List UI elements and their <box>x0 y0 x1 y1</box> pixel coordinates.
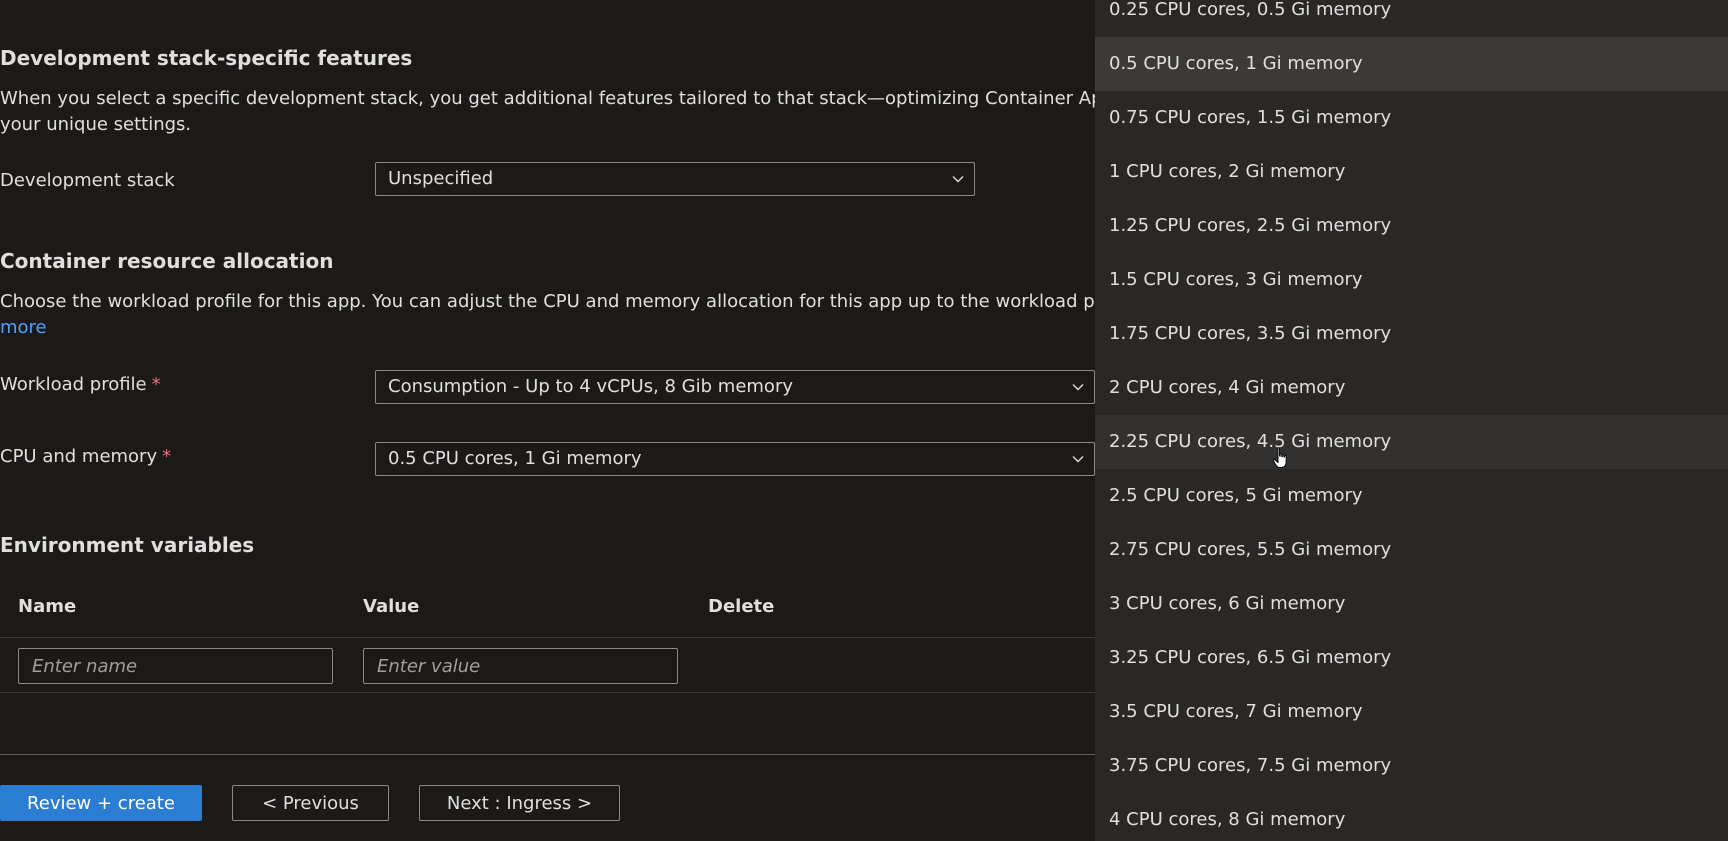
workload-profile-label-text: Workload profile <box>0 374 147 395</box>
cpu-option[interactable]: 2 CPU cores, 4 Gi memory <box>1095 361 1728 415</box>
resource-desc-line1: Choose the workload profile for this app… <box>0 291 1095 312</box>
next-ingress-button[interactable]: Next : Ingress > <box>419 785 620 821</box>
cpu-option[interactable]: 2.75 CPU cores, 5.5 Gi memory <box>1095 523 1728 577</box>
cpu-option[interactable]: 2.5 CPU cores, 5 Gi memory <box>1095 469 1728 523</box>
chevron-down-icon <box>1072 384 1084 391</box>
footer-divider <box>0 754 1095 755</box>
cpu-option[interactable]: 1.75 CPU cores, 3.5 Gi memory <box>1095 307 1728 361</box>
resource-description: Choose the workload profile for this app… <box>0 289 1095 341</box>
cpu-option[interactable]: 1.5 CPU cores, 3 Gi memory <box>1095 253 1728 307</box>
cpu-memory-label: CPU and memory * <box>0 446 171 467</box>
cpu-option[interactable]: 1.25 CPU cores, 2.5 Gi memory <box>1095 199 1728 253</box>
table-header-divider <box>0 637 1095 638</box>
env-section-title: Environment variables <box>0 533 255 557</box>
dev-stack-desc-line2: your unique settings. <box>0 114 192 135</box>
cpu-memory-options-list[interactable]: 0.25 CPU cores, 0.5 Gi memory 0.5 CPU cor… <box>1095 0 1728 841</box>
create-container-app-form: Development stack-specific features When… <box>0 0 1095 841</box>
previous-button[interactable]: < Previous <box>232 785 389 821</box>
dev-stack-dropdown[interactable]: Unspecified <box>375 162 975 196</box>
cpu-option[interactable]: 3.25 CPU cores, 6.5 Gi memory <box>1095 631 1728 685</box>
cpu-option[interactable]: 3.75 CPU cores, 7.5 Gi memory <box>1095 739 1728 793</box>
env-name-input[interactable] <box>18 648 333 684</box>
chevron-down-icon <box>952 176 964 183</box>
required-marker: * <box>151 374 161 395</box>
review-create-button[interactable]: Review + create <box>0 785 202 821</box>
env-value-input[interactable] <box>363 648 678 684</box>
col-header-name: Name <box>18 596 77 617</box>
col-header-delete: Delete <box>708 596 775 617</box>
cpu-option[interactable]: 0.25 CPU cores, 0.5 Gi memory <box>1095 0 1728 37</box>
cpu-option[interactable]: 4 CPU cores, 8 Gi memory <box>1095 793 1728 841</box>
resource-section-title: Container resource allocation <box>0 249 334 273</box>
cpu-memory-label-text: CPU and memory <box>0 446 158 467</box>
cpu-option[interactable]: 0.5 CPU cores, 1 Gi memory <box>1095 37 1728 91</box>
cpu-option[interactable]: 3.5 CPU cores, 7 Gi memory <box>1095 685 1728 739</box>
dev-stack-label: Development stack <box>0 170 175 191</box>
required-marker: * <box>162 446 172 467</box>
workload-profile-label: Workload profile * <box>0 374 161 395</box>
chevron-down-icon <box>1072 456 1084 463</box>
cpu-memory-value: 0.5 CPU cores, 1 Gi memory <box>388 448 642 469</box>
dev-stack-value: Unspecified <box>388 168 494 189</box>
dev-stack-section-title: Development stack-specific features <box>0 46 413 70</box>
table-row-divider <box>0 692 1095 693</box>
workload-profile-value: Consumption - Up to 4 vCPUs, 8 Gib memor… <box>388 376 793 397</box>
cpu-option[interactable]: 1 CPU cores, 2 Gi memory <box>1095 145 1728 199</box>
col-header-value: Value <box>363 596 420 617</box>
learn-more-link[interactable]: more <box>0 317 47 338</box>
cpu-option[interactable]: 3 CPU cores, 6 Gi memory <box>1095 577 1728 631</box>
workload-profile-dropdown[interactable]: Consumption - Up to 4 vCPUs, 8 Gib memor… <box>375 370 1095 404</box>
cpu-memory-dropdown[interactable]: 0.5 CPU cores, 1 Gi memory <box>375 442 1095 476</box>
cpu-option[interactable]: 2.25 CPU cores, 4.5 Gi memory <box>1095 415 1728 469</box>
dev-stack-description: When you select a specific development s… <box>0 86 1095 138</box>
dev-stack-desc-line1: When you select a specific development s… <box>0 88 1095 109</box>
cpu-option[interactable]: 0.75 CPU cores, 1.5 Gi memory <box>1095 91 1728 145</box>
